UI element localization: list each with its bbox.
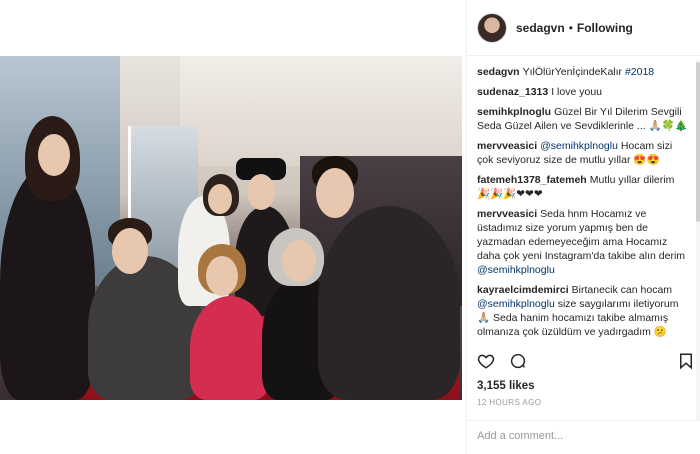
comment-item: fatemeh1378_fatemeh Mutlu yıllar dilerim …	[477, 173, 690, 201]
person-7	[318, 206, 460, 400]
comment-username[interactable]: sedagvn	[477, 66, 520, 78]
comment-username[interactable]: sudenaz_1313	[477, 86, 548, 98]
avatar[interactable]	[477, 12, 507, 43]
comment-item: mervveasici @semihkplnoglu Hocam sizi çok…	[477, 139, 690, 167]
comment-item: kayraelcimdemirci Birtanecik can hocam @s…	[477, 283, 690, 339]
comment-username[interactable]: fatemeh1378_fatemeh	[477, 174, 587, 186]
likes-count[interactable]: 3,155 likes	[477, 380, 535, 392]
comment-text: I love youu	[551, 86, 603, 98]
comment-username[interactable]: kayraelcimdemirci	[477, 284, 569, 296]
header-separator: •	[568, 20, 573, 35]
bookmark-icon	[680, 353, 692, 370]
post-header: sedagvn • Following	[467, 0, 700, 56]
comment-item: semihkplnoglu Güzel Bir Yıl Dilerim Sevgi…	[477, 105, 690, 133]
mention-link[interactable]: @semihkplnoglu	[477, 264, 555, 276]
post-sidebar: sedagvn • Following sedagvn YılÖlürYenİçi…	[466, 0, 700, 454]
save-button[interactable]	[677, 352, 695, 370]
person-5	[190, 296, 270, 400]
comments-scroll-thumb[interactable]	[696, 62, 700, 222]
person-1-face	[38, 134, 70, 176]
person-7-face	[316, 168, 354, 218]
comment-item: sudenaz_1313 I love youu	[477, 85, 690, 99]
person-1	[0, 166, 95, 400]
mention-link[interactable]: @semihkplnoglu	[540, 140, 618, 152]
person-2-face	[112, 228, 148, 274]
comment-username[interactable]: mervveasici	[477, 208, 537, 220]
comment-item: sedagvn YılÖlürYenİçindeKalır #2018	[477, 65, 690, 79]
person-4-face	[247, 174, 275, 210]
comment-text: YılÖlürYenİçindeKalır	[522, 66, 625, 78]
speech-bubble-icon	[510, 353, 526, 369]
like-button[interactable]	[477, 352, 495, 370]
comment-username[interactable]: semihkplnoglu	[477, 106, 551, 118]
person-5-face	[206, 256, 238, 296]
person-6-face	[282, 240, 316, 282]
header-username[interactable]: sedagvn	[516, 21, 565, 35]
person-3-face	[208, 184, 232, 214]
heart-icon	[477, 354, 495, 369]
hashtag-link[interactable]: #2018	[625, 66, 654, 78]
add-comment-input[interactable]: Add a comment...	[467, 420, 700, 454]
comment-username[interactable]: mervveasici	[477, 140, 537, 152]
post-timestamp: 12 HOURS AGO	[477, 398, 542, 407]
comments-list: sedagvn YılÖlürYenİçindeKalır #2018 suden…	[467, 56, 700, 346]
comment-text: Birtanecik can hocam	[571, 284, 673, 296]
comment-item: mervveasici Seda hnm Hocamız ve üstadımız…	[477, 207, 690, 277]
post-actions	[477, 352, 692, 370]
post-photo-pane	[0, 0, 466, 454]
follow-button[interactable]: Following	[577, 21, 633, 35]
post-photo[interactable]	[0, 56, 462, 400]
comment-button[interactable]	[509, 352, 527, 370]
photo-ceiling	[180, 56, 462, 166]
mention-link[interactable]: @semihkplnoglu	[477, 298, 555, 310]
